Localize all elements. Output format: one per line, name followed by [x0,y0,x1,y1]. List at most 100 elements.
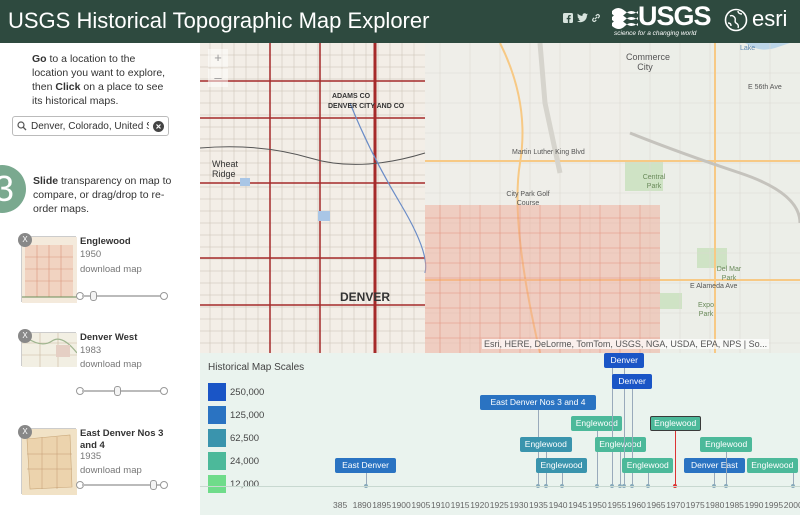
clear-icon[interactable] [153,120,164,132]
timeline-map-button[interactable]: Englewood [622,458,674,473]
timeline-map-button[interactable]: Englewood [571,416,623,431]
map-view[interactable]: + – Commerce City DENVER DENVER CITY AND… [200,43,800,353]
remove-map-icon[interactable]: X [18,329,32,343]
timeline-tick-label: 1965 [646,500,666,510]
map-label: City Park Golf Course [506,191,550,207]
link-icon[interactable] [591,13,601,26]
timeline-tick-label: 1990 [744,500,764,510]
step-go-instructions: Go to a location to the location you wan… [32,53,166,107]
legend-label: 250,000 [230,387,265,398]
transparency-slider[interactable] [76,386,168,396]
thumbnail-image [22,237,77,303]
legend-label: 24,000 [230,456,260,467]
usgs-wave-icon [612,8,638,29]
slider-track [82,390,162,392]
timeline-map-button[interactable]: Denver [604,353,645,368]
map-label: Expo Park [698,302,714,318]
timeline-tick-label: 385 [333,500,348,510]
timeline-tick-label: 1955 [607,500,627,510]
usgs-logo[interactable]: USGS science for a changing world [612,1,712,39]
map-card[interactable]: X East Denver Nos 3 and 4 1935 download … [18,425,178,508]
map-thumbnail[interactable] [21,428,77,495]
slider-handle[interactable] [90,291,97,301]
map-label: Central Park [642,174,666,190]
timeline-tick-label: 1940 [548,500,568,510]
map-card-title: Denver West [80,332,138,343]
timeline-map-button[interactable]: Denver East [684,458,745,473]
legend-swatch [208,383,226,401]
timeline-tick-label: 1960 [627,500,646,510]
timeline-stem [675,431,677,486]
timeline-tick-label: 1915 [450,500,470,510]
timeline-map-button[interactable]: Englewood [649,416,701,431]
app-title: USGS Historical Topographic Map Explorer [8,8,430,33]
slider-handle[interactable] [150,480,157,490]
map-card-year: 1935 [80,451,102,462]
timeline-tick-label: 1970 [666,500,686,510]
slider-end-cap [160,387,168,395]
usgs-tagline: science for a changing world [614,30,697,37]
map-card[interactable]: X Englewood 1950 download map [18,233,178,316]
timeline-map-button[interactable]: East Denver [335,458,396,473]
map-card[interactable]: X Denver West 1983 download map [18,329,178,412]
remove-map-icon[interactable]: X [18,425,32,439]
timeline-tick-label: 1930 [509,500,529,510]
slider-end-cap [160,292,168,300]
timeline-map-button[interactable]: Englewood [700,437,752,452]
timeline-tick-label: 1900 [391,500,411,510]
step-slide-instructions: Slide transparency on map to compare, or… [33,175,172,215]
download-map-link[interactable]: download map [80,359,142,370]
timeline-map-button[interactable]: Englewood [535,458,588,473]
slider-end-cap [160,481,168,489]
map-thumbnail[interactable] [21,236,77,303]
timeline-tick-label: 1945 [568,500,588,510]
slider-handle[interactable] [114,386,121,396]
map-card-title: East Denver Nos 3 and 4 [80,428,164,451]
zoom-out-button[interactable]: – [208,69,228,87]
map-label: Martin Luther King Blvd [512,149,585,156]
step-number-badge: 3 [0,165,26,213]
timeline-map-button[interactable]: Denver [612,374,653,389]
download-map-link[interactable]: download map [80,465,142,476]
facebook-icon[interactable] [563,13,573,26]
map-card-year: 1983 [80,345,102,356]
legend-swatch [208,452,226,470]
timeline-tick-label: 1950 [587,500,607,510]
timeline-tick-label: 2000 [783,500,800,510]
timeline-tick-label: 1935 [529,500,548,510]
download-map-link[interactable]: download map [80,264,142,275]
legend-swatch [208,475,226,493]
esri-globe-icon [724,8,748,32]
timeline-axis [200,486,800,487]
app-header: USGS Historical Topographic Map Explorer… [0,0,800,43]
sidebar: Go to a location to the location you wan… [0,43,200,515]
timeline-map-button[interactable]: Englewood [594,437,646,452]
timeline-map-button[interactable]: Englewood [520,437,572,452]
timeline-map-button[interactable]: Englewood [746,458,798,473]
thumbnail-image [22,429,77,495]
location-search-box[interactable] [12,116,169,136]
search-icon [17,121,27,131]
map-label: DENVER [340,290,391,304]
timeline-tick-label: 1895 [372,500,392,510]
transparency-slider[interactable] [76,480,168,490]
remove-map-icon[interactable]: X [18,233,32,247]
timeline-tick-label: 1975 [685,500,705,510]
timeline-map-button[interactable]: East Denver Nos 3 and 4 [480,395,596,410]
transparency-slider[interactable] [76,291,168,301]
twitter-icon[interactable] [577,13,588,26]
timeline-panel[interactable]: Historical Map Scales 250,000 125,000 62,5… [200,353,800,515]
esri-wordmark: esri [752,6,788,31]
timeline-tick-label: 1995 [764,500,784,510]
zoom-in-button[interactable]: + [208,49,228,67]
location-search-input[interactable] [31,119,149,134]
legend-label: 125,000 [230,410,265,421]
timeline-tick-label: 1925 [489,500,509,510]
map-card-year: 1950 [80,249,102,260]
legend-swatch [208,429,226,447]
map-label: ADAMS CO [332,93,371,100]
map-label: Lake [740,45,756,52]
legend-label: 62,500 [230,433,260,444]
map-label: Del Mar Park [716,266,742,282]
esri-logo[interactable]: esri [724,5,794,35]
